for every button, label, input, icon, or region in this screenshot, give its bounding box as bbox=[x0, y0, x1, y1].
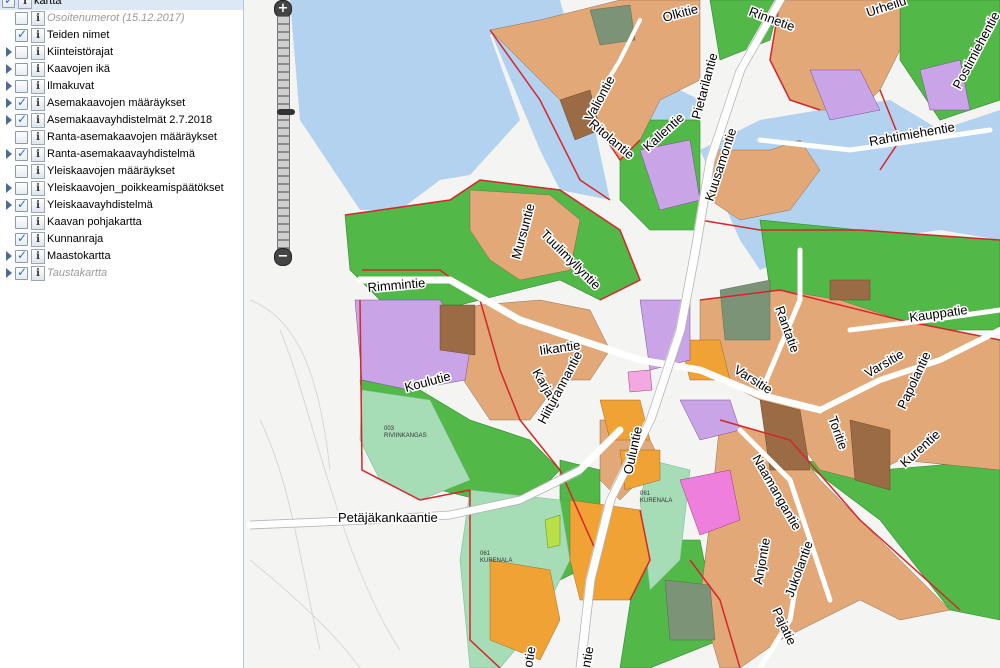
layer-item[interactable]: iYleiskaavayhdistelmä bbox=[0, 196, 243, 214]
expand-arrow-icon[interactable] bbox=[6, 47, 12, 57]
layer-label: Kaavojen ikä bbox=[47, 63, 110, 75]
layer-info-icon[interactable]: i bbox=[31, 164, 45, 179]
layer-visibility-checkbox[interactable] bbox=[15, 63, 28, 76]
pink-area-small bbox=[627, 369, 653, 393]
layer-visibility-checkbox[interactable] bbox=[15, 230, 28, 247]
layer-info-icon[interactable]: i bbox=[31, 11, 45, 26]
layer-info-icon[interactable]: i bbox=[31, 181, 45, 196]
layer-item[interactable]: i Osoitenumerot (15.12.2017) bbox=[0, 10, 243, 27]
layer-label: Yleiskaavayhdistelmä bbox=[47, 199, 153, 211]
layer-info-icon[interactable]: i bbox=[31, 147, 45, 162]
layer-visibility-checkbox[interactable] bbox=[15, 196, 28, 213]
layer-label: Teiden nimet bbox=[47, 29, 110, 41]
layer-visibility-checkbox[interactable] bbox=[15, 46, 28, 59]
layer-label: Kiinteistörajat bbox=[47, 46, 114, 58]
layer-item[interactable]: i Kaavojen ikä bbox=[0, 61, 243, 78]
layer-visibility-checkbox[interactable] bbox=[15, 182, 28, 195]
layer-label: Taustakartta bbox=[47, 267, 108, 279]
layer-info-icon[interactable]: i bbox=[31, 96, 45, 111]
layer-visibility-checkbox[interactable] bbox=[15, 12, 28, 25]
map-canvas[interactable]: 003 RIVIINKANGAS 061 KURENALA 061 KURENALA … bbox=[244, 0, 1000, 668]
map-view[interactable]: 003 RIVIINKANGAS 061 KURENALA 061 KURENALA … bbox=[244, 0, 1000, 668]
layer-label: Asemakaavojen määräykset bbox=[47, 97, 186, 109]
layer-item[interactable]: iTaustakartta bbox=[0, 264, 243, 282]
layer-item[interactable]: iAsemakaavayhdistelmät 2.7.2018 bbox=[0, 111, 243, 129]
layer-label: Osoitenumerot (15.12.2017) bbox=[47, 12, 185, 24]
layer-label: Ilmakuvat bbox=[47, 80, 95, 92]
expand-arrow-icon[interactable] bbox=[6, 98, 12, 108]
layer-info-icon[interactable]: i bbox=[31, 28, 45, 43]
expand-arrow-icon[interactable] bbox=[6, 64, 12, 74]
layer-visibility-checkbox[interactable] bbox=[15, 264, 28, 281]
layer-info-icon[interactable]: i bbox=[18, 0, 32, 9]
layer-visibility-checkbox[interactable] bbox=[15, 131, 28, 144]
street-otie: otie bbox=[520, 645, 538, 668]
layer-visibility-checkbox[interactable] bbox=[2, 0, 15, 9]
expand-arrow-icon[interactable] bbox=[6, 268, 12, 278]
layer-info-icon[interactable]: i bbox=[31, 130, 45, 145]
layer-info-icon[interactable]: i bbox=[31, 62, 45, 77]
lime-area bbox=[544, 514, 561, 549]
zoom-control: + − bbox=[274, 0, 295, 266]
layer-info-icon[interactable]: i bbox=[31, 266, 45, 281]
layer-visibility-checkbox[interactable] bbox=[15, 111, 28, 128]
street-ntie: ntie bbox=[578, 645, 596, 668]
expand-arrow-icon[interactable] bbox=[6, 149, 12, 159]
layer-item[interactable]: iRanta-asemakaavayhdistelmä bbox=[0, 145, 243, 163]
layer-label: Yleiskaavojen_poikkeamispäätökset bbox=[47, 182, 224, 194]
layer-item[interactable]: iMaastokartta bbox=[0, 247, 243, 265]
layer-visibility-checkbox[interactable] bbox=[15, 80, 28, 93]
layer-group-root[interactable]: ikartta bbox=[0, 0, 243, 10]
layer-visibility-checkbox[interactable] bbox=[15, 216, 28, 229]
layer-item[interactable]: i Yleiskaavojen määräykset bbox=[0, 163, 243, 180]
layer-visibility-checkbox[interactable] bbox=[15, 26, 28, 43]
layer-item[interactable]: iAsemakaavojen määräykset bbox=[0, 94, 243, 112]
layer-info-icon[interactable]: i bbox=[31, 215, 45, 230]
layer-label: Ranta-asemakaavojen määräykset bbox=[47, 131, 217, 143]
layer-label: Yleiskaavojen määräykset bbox=[47, 165, 175, 177]
layer-item[interactable]: iTeiden nimet bbox=[0, 26, 243, 44]
layer-item[interactable]: i Kiinteistörajat bbox=[0, 44, 243, 61]
expand-arrow-icon[interactable] bbox=[6, 251, 12, 261]
street-petajakankaantie: Petäjäkankaantie bbox=[338, 510, 438, 525]
layer-visibility-checkbox[interactable] bbox=[15, 94, 28, 111]
expand-arrow-icon[interactable] bbox=[6, 183, 12, 193]
layer-label: Kaavan pohjakartta bbox=[47, 216, 142, 228]
layer-tree-panel: ikarttaiOsoitenumerot (15.12.2017)iTeide… bbox=[0, 0, 244, 668]
layer-info-icon[interactable]: i bbox=[31, 45, 45, 60]
zoom-out-button[interactable]: − bbox=[274, 248, 292, 266]
layer-item[interactable]: iKunnanraja bbox=[0, 230, 243, 248]
layer-label: Asemakaavayhdistelmät 2.7.2018 bbox=[47, 114, 213, 126]
layer-visibility-checkbox[interactable] bbox=[15, 247, 28, 264]
layer-visibility-checkbox[interactable] bbox=[15, 165, 28, 178]
zoom-slider-handle[interactable] bbox=[277, 109, 295, 115]
layer-item[interactable]: i Ilmakuvat bbox=[0, 78, 243, 95]
expand-arrow-icon[interactable] bbox=[6, 115, 12, 125]
zoom-slider-track[interactable] bbox=[277, 16, 295, 250]
layer-label: Kunnanraja bbox=[47, 233, 104, 245]
layer-info-icon[interactable]: i bbox=[31, 79, 45, 94]
layer-visibility-checkbox[interactable] bbox=[15, 145, 28, 162]
layer-info-icon[interactable]: i bbox=[31, 232, 45, 247]
layer-label: kartta bbox=[34, 0, 62, 7]
layer-info-icon[interactable]: i bbox=[31, 198, 45, 213]
expand-arrow-icon[interactable] bbox=[6, 81, 12, 91]
layer-label: Maastokartta bbox=[47, 250, 111, 262]
layer-label: Ranta-asemakaavayhdistelmä bbox=[47, 148, 195, 160]
layer-item[interactable]: i Yleiskaavojen_poikkeamispäätökset bbox=[0, 180, 243, 197]
layer-item[interactable]: i Ranta-asemakaavojen määräykset bbox=[0, 129, 243, 146]
layer-info-icon[interactable]: i bbox=[31, 113, 45, 128]
expand-arrow-icon[interactable] bbox=[6, 200, 12, 210]
layer-item[interactable]: i Kaavan pohjakartta bbox=[0, 214, 243, 231]
layer-info-icon[interactable]: i bbox=[31, 249, 45, 264]
